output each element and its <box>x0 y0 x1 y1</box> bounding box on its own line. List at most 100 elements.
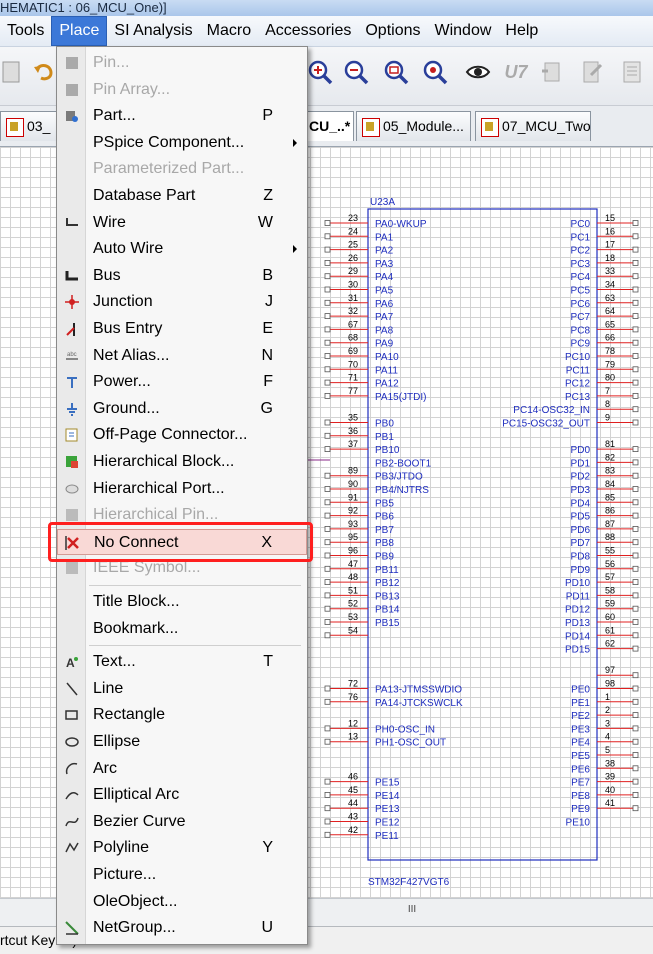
menu-item-auto-wire[interactable]: Auto Wire <box>57 236 307 262</box>
pin-number: 85 <box>605 492 615 502</box>
pin-name: PC14-OSC32_IN <box>513 405 590 416</box>
menu-item-hierarchical-block[interactable]: Hierarchical Block... <box>57 449 307 475</box>
menu-item-junction[interactable]: Junction J <box>57 289 307 315</box>
pin-number: 42 <box>348 825 358 835</box>
menu-item-line[interactable]: Line <box>57 676 307 702</box>
menu-item-picture[interactable]: Picture... <box>57 862 307 888</box>
menu-item-shortcut: N <box>261 346 273 364</box>
menu-item-off-page-connector[interactable]: Off-Page Connector... <box>57 422 307 448</box>
pin-number: 95 <box>348 532 358 542</box>
menu-item-no-connect[interactable]: No Connect X <box>57 528 307 555</box>
menu-item-netgroup[interactable]: NetGroup... U <box>57 915 307 941</box>
menu-item-wire[interactable]: Wire W <box>57 210 307 236</box>
pin-name: PC2 <box>571 246 591 257</box>
tab-07-mcu-two[interactable]: 07_MCU_Two <box>475 111 591 141</box>
pin-name: PB5 <box>375 498 394 509</box>
pin-terminal <box>632 685 639 692</box>
menu-tools[interactable]: Tools <box>0 17 51 45</box>
hierarchical-pin-icon <box>63 506 81 524</box>
pin-terminal <box>324 738 331 745</box>
menu-accessories[interactable]: Accessories <box>258 17 358 45</box>
menu-item-database-part[interactable]: Database Part Z <box>57 183 307 209</box>
pin-terminal <box>632 499 639 506</box>
pin-terminal <box>324 539 331 546</box>
menu-item-hierarchical-port[interactable]: Hierarchical Port... <box>57 476 307 502</box>
menu-item-net-alias[interactable]: abc Net Alias... N <box>57 343 307 369</box>
pin-terminal <box>324 565 331 572</box>
pin-terminal <box>632 792 639 798</box>
tab-03[interactable]: 03_ <box>0 111 60 141</box>
pin-terminal <box>632 525 639 532</box>
menu-item-ground[interactable]: Ground... G <box>57 396 307 422</box>
pin-number: 53 <box>348 612 358 622</box>
pin-name: PE1 <box>571 698 590 709</box>
menu-item-part[interactable]: Part... P <box>57 103 307 129</box>
pin-array-icon <box>63 81 81 99</box>
undo-icon[interactable] <box>30 58 58 86</box>
pin-terminal <box>632 712 639 718</box>
pin-terminal <box>632 725 639 732</box>
edit-part-icon[interactable] <box>578 58 606 86</box>
update-part-icon[interactable] <box>538 58 566 86</box>
pin-terminal <box>632 765 639 772</box>
zoom-in-icon[interactable] <box>306 58 334 86</box>
eye-icon[interactable] <box>464 58 492 86</box>
scroll-grip[interactable]: III <box>398 904 426 918</box>
zoom-all-icon[interactable] <box>421 58 449 86</box>
pin-name: PD11 <box>566 591 591 602</box>
menu-item-bookmark[interactable]: Bookmark... <box>57 616 307 642</box>
zoom-out-icon[interactable] <box>342 58 370 86</box>
pin-terminal <box>324 313 331 320</box>
pin-terminal <box>632 579 639 586</box>
tab-06-mcu-one[interactable]: CU_..* <box>300 111 354 141</box>
menu-item-label: PSpice Component... <box>93 133 245 151</box>
menu-item-arc[interactable]: Arc <box>57 756 307 782</box>
pin-terminal <box>632 220 639 226</box>
u7-icon[interactable]: U7 <box>499 58 533 86</box>
net-alias-icon: abc <box>63 347 81 365</box>
menu-options[interactable]: Options <box>358 17 427 45</box>
menu-si-analysis[interactable]: SI Analysis <box>107 17 199 45</box>
ic-body <box>367 208 598 861</box>
pin-terminal <box>632 698 639 705</box>
menu-item-ellipse[interactable]: Ellipse <box>57 729 307 755</box>
menu-item-text[interactable]: A Text... T <box>57 649 307 675</box>
zoom-area-icon[interactable] <box>382 58 410 86</box>
menu-item-bus-entry[interactable]: Bus Entry E <box>57 316 307 342</box>
window-title-bar: HEMATIC1 : 06_MCU_One)] <box>0 0 653 16</box>
menu-place[interactable]: Place <box>51 16 108 46</box>
menu-item-power[interactable]: Power... F <box>57 369 307 395</box>
menu-separator <box>89 585 301 586</box>
menu-item-title-block[interactable]: Title Block... <box>57 589 307 615</box>
pin-number: 77 <box>348 386 358 396</box>
pin-name: PH0-OSC_IN <box>375 724 435 735</box>
menu-help[interactable]: Help <box>498 17 545 45</box>
menu-item-bus[interactable]: Bus B <box>57 263 307 289</box>
menu-window[interactable]: Window <box>428 17 499 45</box>
pin-name: PE9 <box>571 804 590 815</box>
pin-name: PA5 <box>375 286 394 297</box>
svg-text:abc: abc <box>67 352 77 358</box>
pin-name: PB3/JTDO <box>375 472 423 483</box>
menu-item-oleobject[interactable]: OleObject... <box>57 889 307 915</box>
menu-item-polyline[interactable]: Polyline Y <box>57 835 307 861</box>
ic-part-name: STM32F427VGT6 <box>368 877 450 888</box>
menu-item-pspice-component[interactable]: PSpice Component... <box>57 130 307 156</box>
menu-item-label: Hierarchical Port... <box>93 479 225 497</box>
menu-item-rectangle[interactable]: Rectangle <box>57 702 307 728</box>
menu-item-elliptical-arc[interactable]: Elliptical Arc <box>57 782 307 808</box>
menu-item-label: Text... <box>93 653 136 671</box>
schematic-page-icon <box>6 118 24 137</box>
pin-number: 63 <box>605 293 615 303</box>
menu-macro[interactable]: Macro <box>200 17 258 45</box>
tab-05-module[interactable]: 05_Module... <box>356 111 471 141</box>
pin-name: PB2-BOOT1 <box>375 458 432 469</box>
document-icon[interactable] <box>618 58 646 86</box>
pin-terminal <box>632 592 639 599</box>
menu-item-label: Picture... <box>93 866 157 883</box>
pin-terminal <box>632 379 639 386</box>
menu-item-bezier-curve[interactable]: Bezier Curve <box>57 809 307 835</box>
menu-item-label: Part... <box>93 107 136 125</box>
new-icon[interactable] <box>0 58 28 86</box>
pin-terminal <box>632 286 639 293</box>
